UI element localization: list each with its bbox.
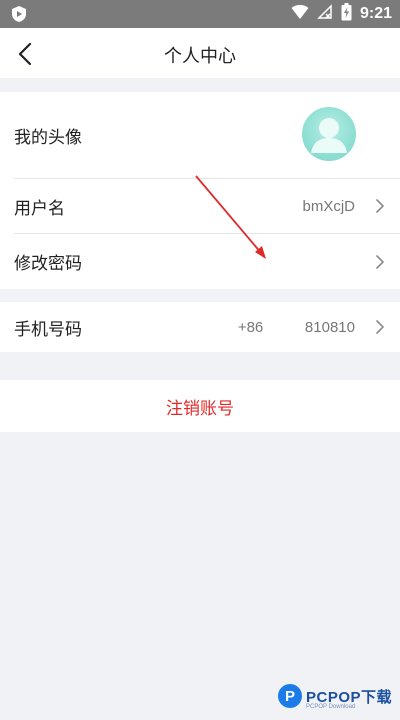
app-notification-icon [10, 5, 28, 27]
username-label: 用户名 [14, 198, 65, 219]
page-title: 个人中心 [164, 46, 236, 67]
default-user-icon [311, 118, 347, 153]
phone-number-label: 手机号码 [14, 319, 82, 340]
watermark-subtext: PCPOP Download [306, 704, 356, 710]
no-signal-icon [317, 4, 333, 24]
deactivate-account-button[interactable]: 注销账号 [0, 380, 400, 432]
chevron-right-icon [376, 199, 384, 213]
change-password-label: 修改密码 [14, 254, 82, 274]
chevron-right-icon [376, 320, 384, 334]
avatar-row[interactable]: 我的头像 [0, 92, 400, 178]
avatar-label: 我的头像 [14, 127, 82, 148]
phone-number-value: +86 810810 [237, 318, 355, 336]
phone-number-row[interactable]: 手机号码 +86 810810 [0, 302, 400, 352]
change-password-row[interactable]: 修改密码 [0, 234, 400, 289]
wifi-icon [291, 4, 309, 24]
top-navigation-bar: 个人中心 [0, 28, 400, 78]
watermark: P PCPOP下载 PCPOP Download [278, 684, 392, 710]
status-bar: 9:21 [0, 0, 400, 28]
clock-time: 9:21 [359, 5, 392, 22]
pcpop-logo-icon: P [278, 684, 302, 708]
deactivate-account-label: 注销账号 [166, 398, 234, 419]
phone-card: 手机号码 +86 810810 [0, 302, 400, 352]
battery-icon [341, 3, 352, 25]
username-row[interactable]: 用户名 bmXcjD [0, 179, 400, 233]
chevron-right-icon [376, 254, 384, 269]
avatar[interactable] [302, 107, 356, 161]
username-value: bmXcjD [302, 197, 355, 215]
profile-info-card: 我的头像 用户名 bmXcjD 修改密码 [0, 92, 400, 289]
